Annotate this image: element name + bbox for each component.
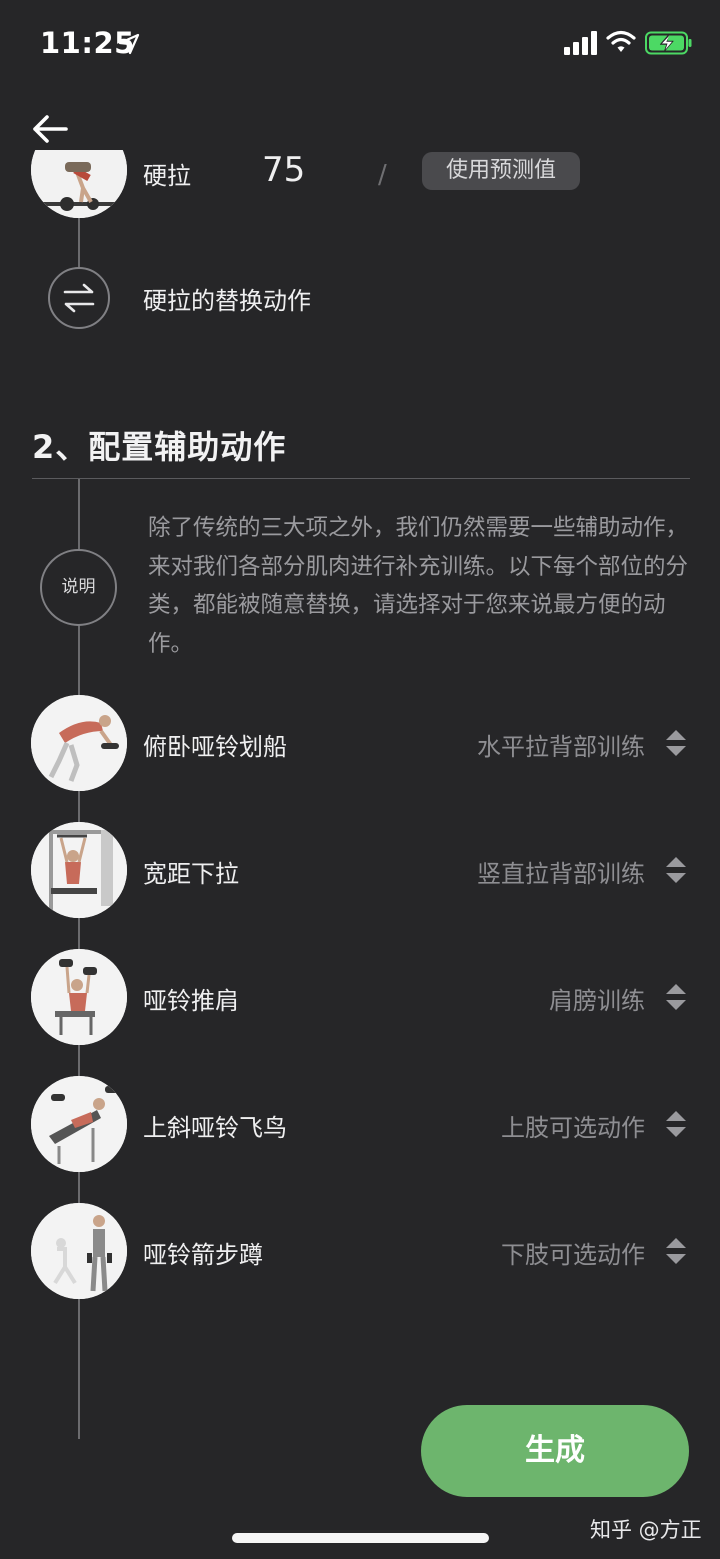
section-title: 2、配置辅助动作 <box>32 428 287 466</box>
sort-updown-icon[interactable] <box>664 729 688 757</box>
exercise-category[interactable]: 上肢可选动作 <box>501 1108 645 1143</box>
swap-button[interactable] <box>48 267 110 329</box>
description-badge: 说明 <box>40 549 117 626</box>
swap-icon <box>63 283 95 313</box>
shoulder-press-illustration <box>31 949 127 1045</box>
wifi-icon <box>606 30 636 52</box>
cellular-signal-icon <box>564 31 597 55</box>
location-arrow-icon <box>118 33 140 55</box>
exercise-avatar-shoulder-press <box>31 949 127 1045</box>
scroll-content[interactable]: 硬拉 75 / 使用预测值 硬拉的替换动作 2、配置辅助动作 说明 除了传统的三… <box>0 150 720 1559</box>
watermark: 知乎 @方正 <box>590 1518 702 1542</box>
status-bar: 11:25 <box>0 0 720 90</box>
deadlift-name: 硬拉 <box>143 162 191 190</box>
lat-pulldown-illustration <box>31 822 127 918</box>
exercise-category[interactable]: 水平拉背部训练 <box>477 727 645 762</box>
dumbbell-lunge-illustration <box>31 1203 127 1299</box>
exercise-name: 哑铃推肩 <box>143 987 239 1015</box>
deadlift-illustration <box>31 150 127 218</box>
battery-charging-icon <box>645 31 692 55</box>
exercise-avatar-lunge <box>31 1203 127 1299</box>
sort-updown-icon[interactable] <box>664 1110 688 1138</box>
use-predicted-value-button[interactable]: 使用预测值 <box>422 152 580 190</box>
incline-fly-illustration <box>31 1076 127 1172</box>
separator: / <box>378 160 387 190</box>
exercise-category[interactable]: 肩膀训练 <box>549 981 645 1016</box>
deadlift-weight[interactable]: 75 <box>262 150 305 190</box>
generate-button[interactable]: 生成 <box>421 1405 689 1497</box>
exercise-avatar-row <box>31 695 127 791</box>
exercise-name: 哑铃箭步蹲 <box>143 1241 263 1269</box>
sort-updown-icon[interactable] <box>664 1237 688 1265</box>
exercise-name: 宽距下拉 <box>143 860 239 888</box>
home-indicator[interactable] <box>232 1533 489 1543</box>
exercise-category[interactable]: 下肢可选动作 <box>501 1235 645 1270</box>
timeline-line-top <box>78 210 80 268</box>
swap-exercise-label[interactable]: 硬拉的替换动作 <box>143 281 311 316</box>
exercise-avatar-pulldown <box>31 822 127 918</box>
deadlift-avatar <box>31 150 127 218</box>
sort-updown-icon[interactable] <box>664 856 688 884</box>
dumbbell-row-illustration <box>31 695 127 791</box>
exercise-category[interactable]: 竖直拉背部训练 <box>477 854 645 889</box>
exercise-avatar-incline-fly <box>31 1076 127 1172</box>
section-divider <box>32 478 690 479</box>
back-arrow-icon[interactable] <box>30 112 70 146</box>
exercise-name: 上斜哑铃飞鸟 <box>143 1114 287 1142</box>
section-description: 除了传统的三大项之外，我们仍然需要一些辅助动作，来对我们各部分肌肉进行补充训练。… <box>148 515 689 657</box>
exercise-name: 俯卧哑铃划船 <box>143 733 287 761</box>
sort-updown-icon[interactable] <box>664 983 688 1011</box>
